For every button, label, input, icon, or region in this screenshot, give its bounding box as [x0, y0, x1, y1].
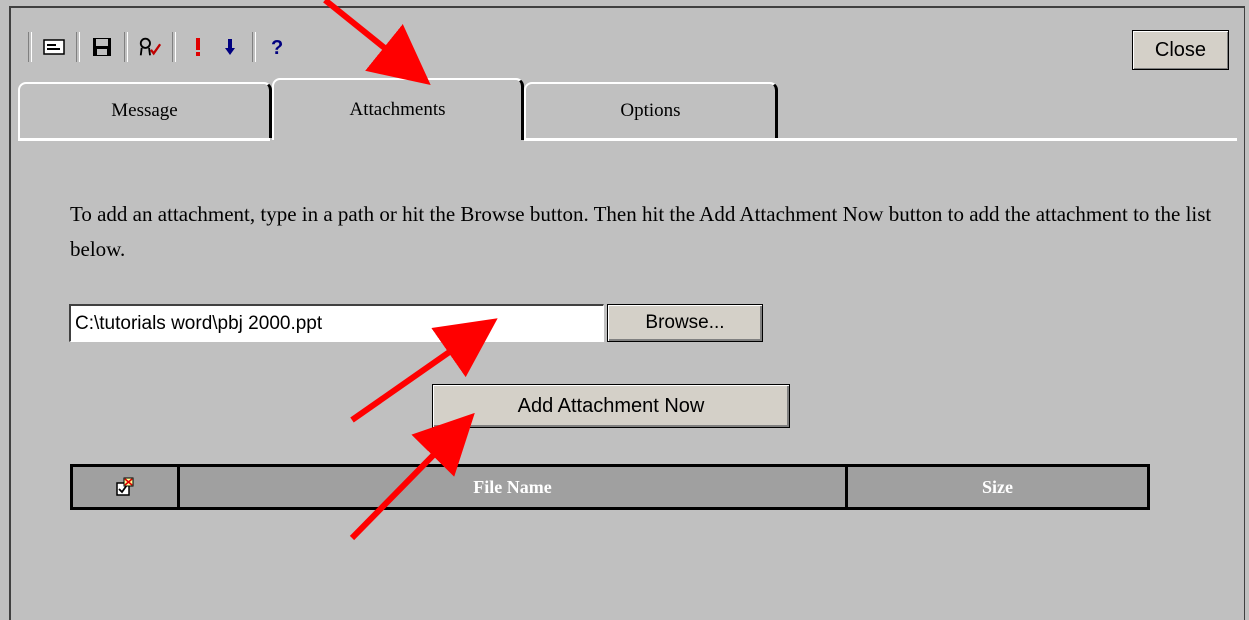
toolbar-separator [172, 32, 176, 62]
message-card-icon[interactable] [42, 35, 66, 59]
select-column-header[interactable] [73, 467, 180, 507]
instructions-text: To add an attachment, type in a path or … [70, 202, 1212, 261]
column-header-file-name: File Name [180, 467, 848, 507]
toolbar-separator [124, 32, 128, 62]
tab-message[interactable]: Message [18, 82, 272, 138]
toolbar-separator [252, 32, 256, 62]
save-icon[interactable] [90, 35, 114, 59]
low-priority-icon[interactable] [218, 35, 242, 59]
tab-attachments[interactable]: Attachments [272, 78, 524, 140]
spell-check-icon[interactable] [138, 35, 162, 59]
help-icon[interactable]: ? [266, 35, 290, 59]
checkbox-delete-icon [116, 477, 134, 496]
add-attachment-now-button[interactable]: Add Attachment Now [432, 384, 790, 428]
column-header-size: Size [982, 476, 1013, 497]
attachment-path-input[interactable]: C:\tutorials word\pbj 2000.ppt [69, 304, 604, 342]
tab-options[interactable]: Options [524, 82, 778, 138]
svg-text:?: ? [271, 37, 283, 58]
browse-button[interactable]: Browse... [607, 304, 763, 342]
toolbar-separator [28, 32, 32, 62]
toolbar-separator [76, 32, 80, 62]
close-button[interactable]: Close [1132, 30, 1229, 70]
high-priority-icon[interactable] [186, 35, 210, 59]
tab-underline-left [18, 138, 270, 141]
tab-underline-right [524, 138, 1237, 141]
attachments-table: File Name Size [70, 464, 1150, 510]
toolbar: ? [22, 30, 294, 64]
